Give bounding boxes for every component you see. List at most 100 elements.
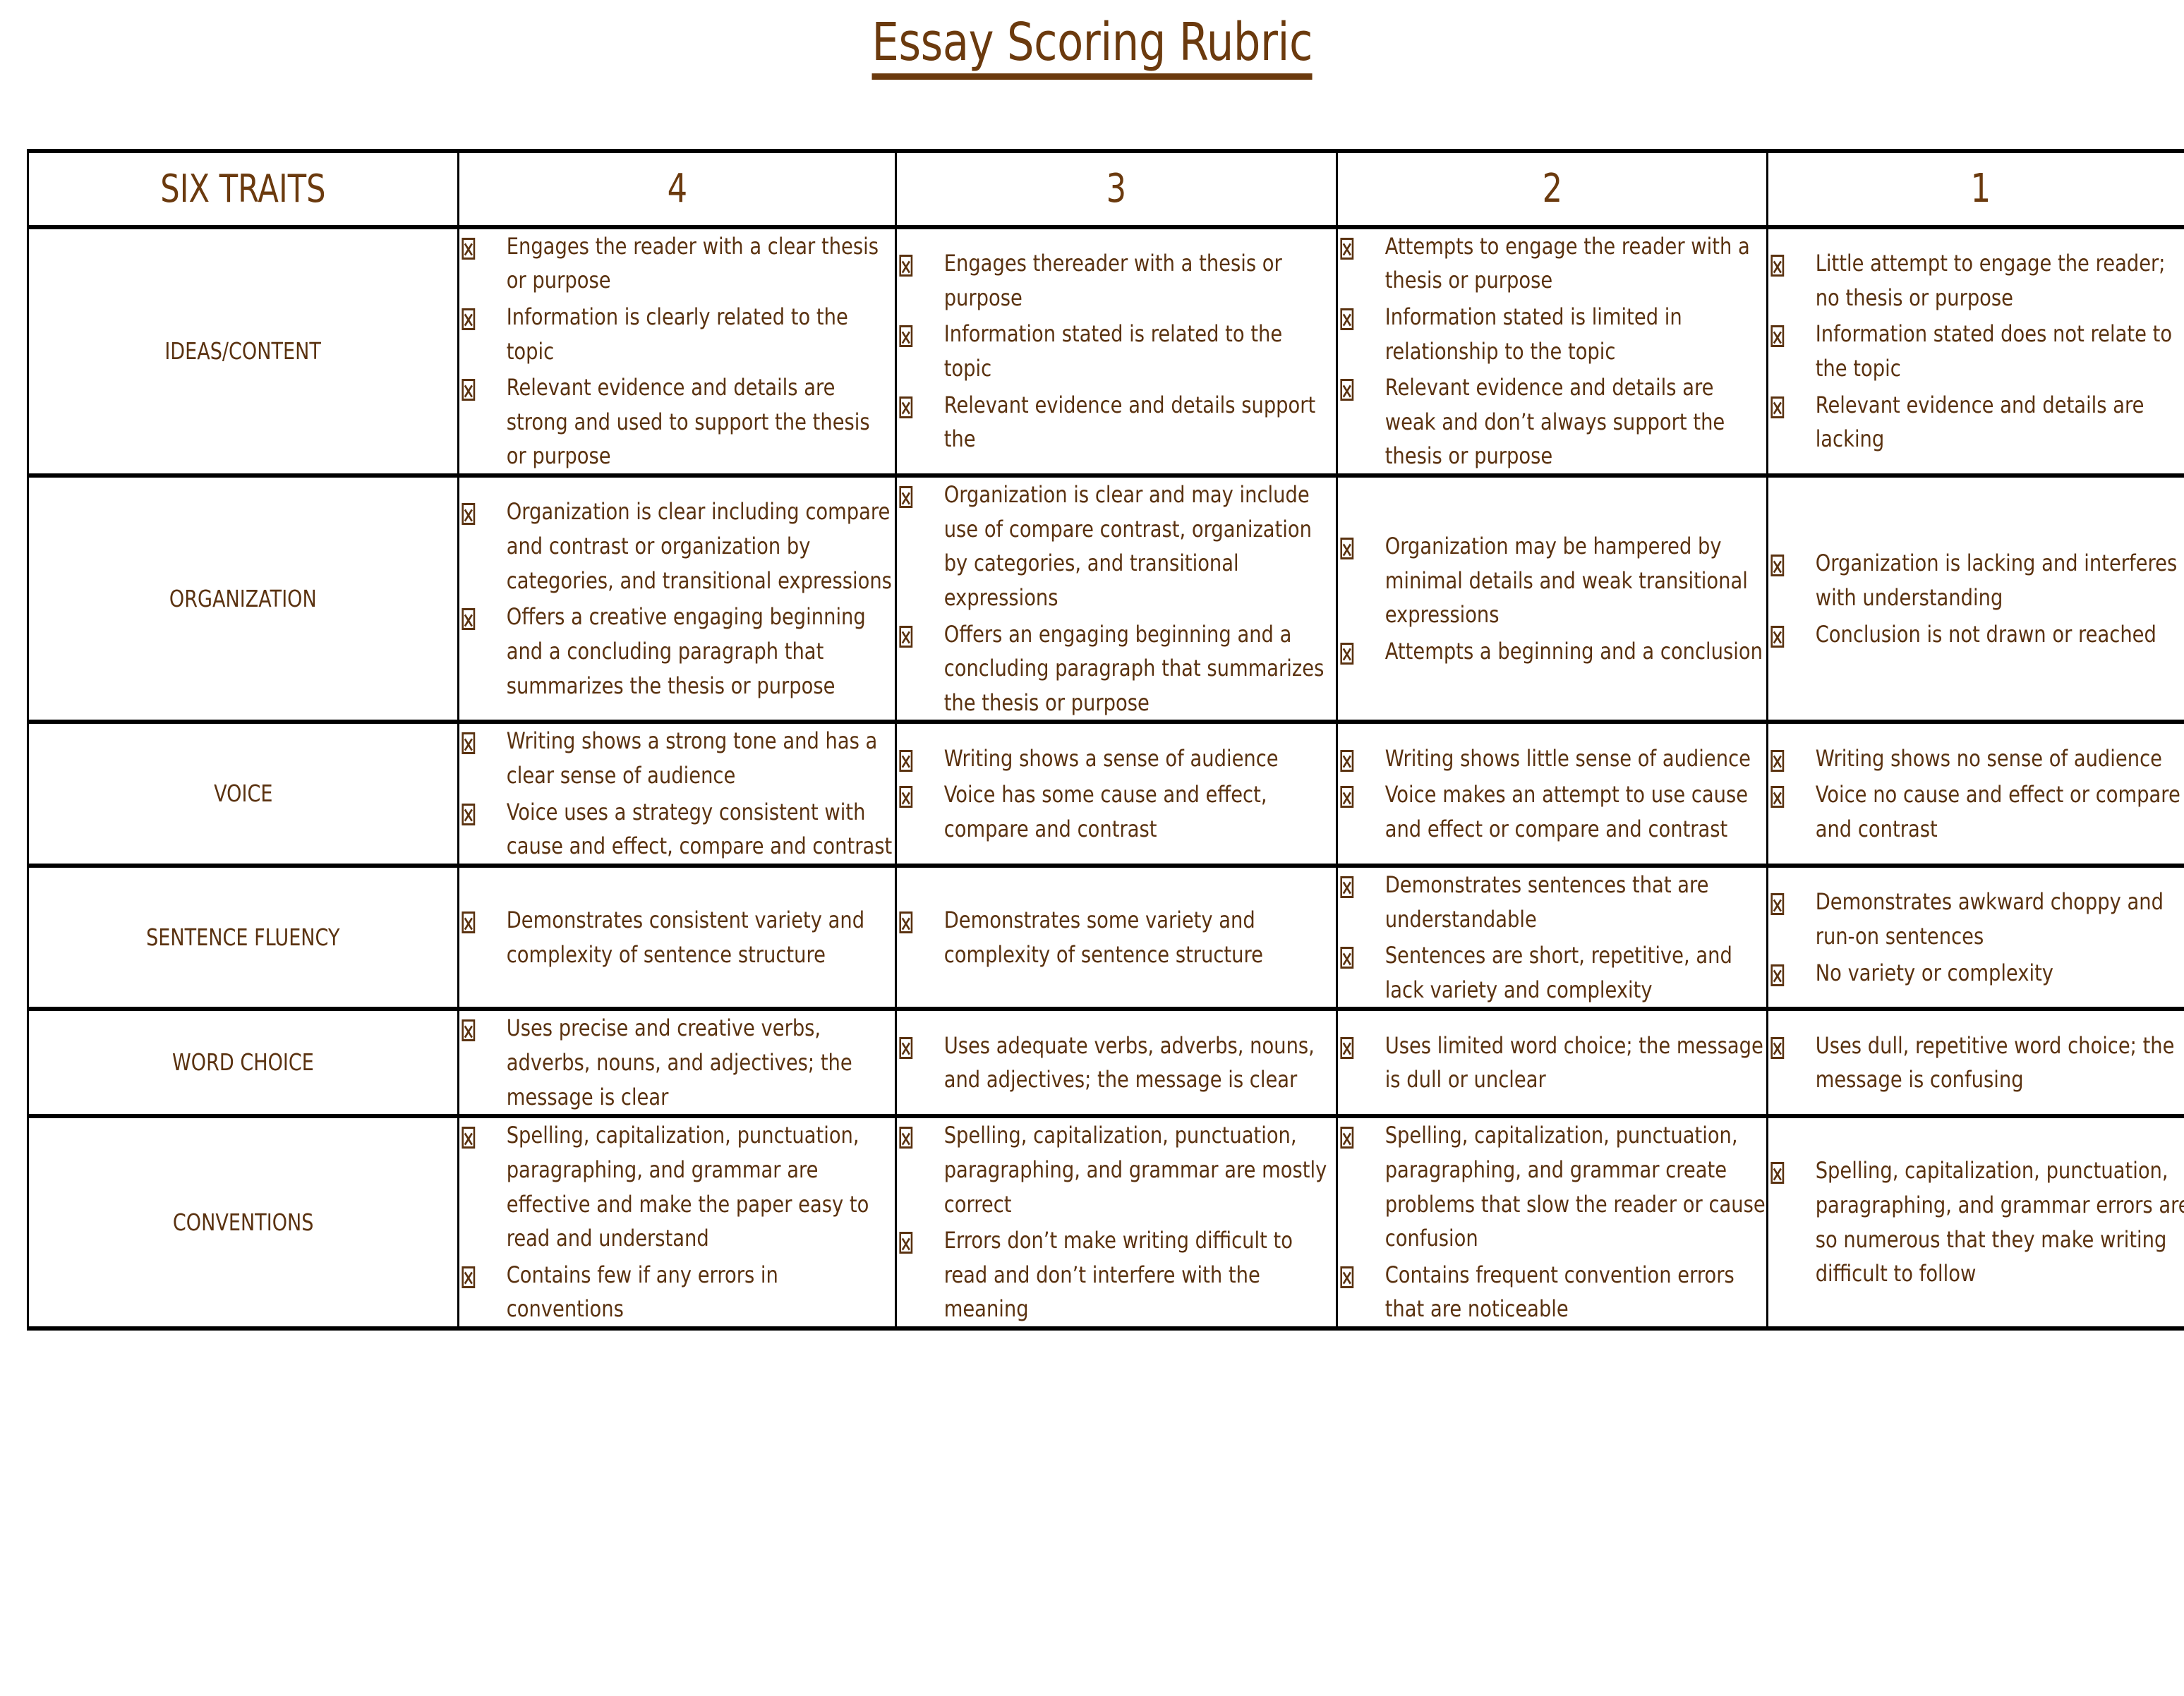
criteria-cell-voice-score-3: Writing shows a sense of audience Voice h…: [895, 722, 1338, 868]
table-row: IDEAS/CONTENT Engages the reader with a c…: [27, 226, 2184, 478]
criteria-cell-conventions-score-4: Spelling, capitalization, punctuation, p…: [457, 1116, 897, 1331]
criteria-item: Voice makes an attempt to use cause and …: [1338, 777, 1766, 846]
bullet-box-icon: [1770, 255, 1785, 277]
criteria-text: Writing shows a strong tone and has a cl…: [506, 727, 878, 789]
criteria-cell-voice-score-1: Writing shows no sense of audience Voice …: [1766, 722, 2184, 868]
criteria-text: Demonstrates sentences that are understa…: [1384, 871, 1709, 933]
bullet-box-icon: [1340, 876, 1354, 898]
criteria-item: Uses precise and creative verbs, adverbs…: [459, 1011, 895, 1114]
criteria-text: Uses limited word choice; the message is…: [1384, 1031, 1763, 1094]
criteria-text: Information stated is limited in relatio…: [1384, 303, 1682, 365]
criteria-item: Information stated does not relate to th…: [1768, 317, 2184, 385]
criteria-item: Voice no cause and effect or compare and…: [1768, 777, 2184, 846]
bullet-box-icon: [1770, 396, 1785, 418]
criteria-item: Attempts to engage the reader with a the…: [1338, 229, 1766, 298]
bullet-box-icon: [1770, 1036, 1785, 1059]
criteria-item: Information stated is related to the top…: [897, 317, 1336, 385]
criteria-item: Voice uses a strategy consistent with ca…: [459, 795, 895, 864]
table-row: CONVENTIONS Spelling, capitalization, pun…: [27, 1116, 2184, 1331]
criteria-list: Spelling, capitalization, punctuation, p…: [1338, 1118, 1766, 1326]
bullet-box-icon: [461, 503, 476, 526]
trait-label: IDEAS/CONTENT: [164, 337, 322, 365]
criteria-text: Organization is clear including compare …: [506, 498, 892, 594]
bullet-box-icon: [899, 786, 913, 808]
criteria-item: Information stated is limited in relatio…: [1338, 300, 1766, 368]
criteria-item: Demonstrates some variety and complexity…: [897, 903, 1336, 971]
criteria-cell-voice-score-4: Writing shows a strong tone and has a cl…: [457, 722, 897, 868]
bullet-box-icon: [461, 308, 476, 330]
criteria-text: Sentences are short, repetitive, and lac…: [1384, 942, 1732, 1003]
criteria-list: Writing shows no sense of audience Voice …: [1768, 741, 2184, 847]
criteria-cell-conventions-score-2: Spelling, capitalization, punctuation, p…: [1336, 1116, 1768, 1331]
criteria-list: Uses dull, repetitive word choice; the m…: [1768, 1029, 2184, 1097]
criteria-text: Uses precise and creative verbs, adverbs…: [506, 1014, 852, 1110]
criteria-text: Relevant evidence and details are weak a…: [1384, 374, 1725, 470]
criteria-text: Offers an engaging beginning and a concl…: [943, 620, 1325, 716]
criteria-text: Contains few if any errors in convention…: [506, 1261, 778, 1323]
criteria-text: Uses dull, repetitive word choice; the m…: [1815, 1031, 2175, 1094]
bullet-box-icon: [1340, 1266, 1354, 1288]
criteria-text: Engages thereader with a thesis or purpo…: [943, 250, 1282, 311]
criteria-item: Spelling, capitalization, punctuation, p…: [1768, 1153, 2184, 1291]
criteria-item: Writing shows no sense of audience: [1768, 741, 2184, 776]
criteria-cell-ideas-content-score-3: Engages thereader with a thesis or purpo…: [895, 226, 1338, 478]
bullet-box-icon: [899, 396, 913, 418]
bullet-box-icon: [1340, 749, 1354, 772]
bullet-box-icon: [899, 325, 913, 348]
criteria-item: Spelling, capitalization, punctuation, p…: [897, 1118, 1336, 1221]
essay-scoring-rubric-table: SIX TRAITS 4 3 2 1 IDEAS/CONTENT Engages …: [27, 148, 2184, 1331]
criteria-text: Demonstrates some variety and complexity…: [943, 907, 1263, 968]
criteria-list: Demonstrates sentences that are understa…: [1338, 868, 1766, 1007]
column-header-score-4: 4: [457, 148, 897, 229]
criteria-item: Contains few if any errors in convention…: [459, 1258, 895, 1326]
criteria-item: Offers a creative engaging beginning and…: [459, 600, 895, 703]
criteria-item: Engages thereader with a thesis or purpo…: [897, 246, 1336, 315]
criteria-item: Relevant evidence and details support th…: [897, 388, 1336, 456]
criteria-list: Writing shows a strong tone and has a cl…: [459, 724, 895, 864]
page-title: Essay Scoring Rubric: [871, 15, 1313, 80]
criteria-item: Relevant evidence and details are strong…: [459, 370, 895, 473]
criteria-cell-word-choice-score-3: Uses adequate verbs, adverbs, nouns, and…: [895, 1009, 1338, 1119]
bullet-box-icon: [461, 1019, 476, 1042]
trait-label: VOICE: [213, 780, 273, 808]
criteria-text: Conclusion is not drawn or reached: [1815, 620, 2156, 648]
criteria-text: Relevant evidence and details are strong…: [506, 374, 870, 470]
criteria-cell-organization-score-2: Organization may be hampered by minimal …: [1336, 476, 1768, 725]
criteria-cell-organization-score-1: Organization is lacking and interferes w…: [1766, 476, 2184, 725]
bullet-box-icon: [1770, 625, 1785, 648]
criteria-item: Information is clearly related to the to…: [459, 300, 895, 368]
criteria-text: Voice uses a strategy consistent with ca…: [506, 798, 893, 860]
criteria-list: Little attempt to engage the reader; no …: [1768, 246, 2184, 456]
criteria-item: Writing shows a strong tone and has a cl…: [459, 724, 895, 792]
bullet-box-icon: [899, 1232, 913, 1254]
criteria-cell-ideas-content-score-2: Attempts to engage the reader with a the…: [1336, 226, 1768, 478]
bullet-box-icon: [1770, 1162, 1785, 1185]
criteria-item: Organization is clear and may include us…: [897, 478, 1336, 615]
criteria-item: Writing shows little sense of audience: [1338, 741, 1766, 776]
criteria-list: Engages the reader with a clear thesis o…: [459, 229, 895, 473]
bullet-box-icon: [899, 1036, 913, 1059]
bullet-box-icon: [1340, 1036, 1354, 1059]
criteria-list: Engages thereader with a thesis or purpo…: [897, 246, 1336, 456]
criteria-list: Organization may be hampered by minimal …: [1338, 529, 1766, 669]
trait-cell-word-choice: WORD CHOICE: [27, 1009, 459, 1119]
criteria-item: No variety or complexity: [1768, 956, 2184, 991]
criteria-text: Spelling, capitalization, punctuation, p…: [1384, 1122, 1766, 1252]
criteria-list: Spelling, capitalization, punctuation, p…: [1768, 1153, 2184, 1291]
criteria-cell-organization-score-3: Organization is clear and may include us…: [895, 476, 1338, 725]
criteria-text: Little attempt to engage the reader; no …: [1815, 250, 2166, 311]
criteria-list: Uses precise and creative verbs, adverbs…: [459, 1011, 895, 1114]
trait-cell-conventions: CONVENTIONS: [27, 1116, 459, 1331]
criteria-cell-sentence-fluency-score-1: Demonstrates awkward choppy and run-on s…: [1766, 865, 2184, 1012]
bullet-box-icon: [1340, 379, 1354, 401]
bullet-box-icon: [461, 1127, 476, 1149]
criteria-text: Relevant evidence and details are lackin…: [1815, 391, 2144, 453]
criteria-text: Spelling, capitalization, punctuation, p…: [943, 1122, 1327, 1218]
criteria-text: Organization is clear and may include us…: [943, 481, 1312, 611]
criteria-item: Sentences are short, repetitive, and lac…: [1338, 938, 1766, 1007]
criteria-item: Contains frequent convention errors that…: [1338, 1258, 1766, 1326]
criteria-text: Demonstrates consistent variety and comp…: [506, 907, 865, 968]
criteria-list: Uses adequate verbs, adverbs, nouns, and…: [897, 1029, 1336, 1097]
criteria-text: Contains frequent convention errors that…: [1384, 1261, 1734, 1323]
criteria-text: Organization is lacking and interferes w…: [1815, 550, 2178, 611]
